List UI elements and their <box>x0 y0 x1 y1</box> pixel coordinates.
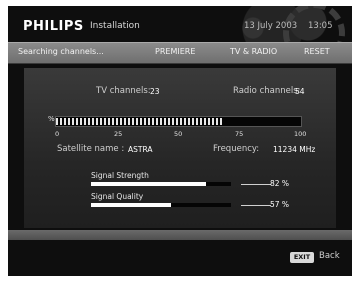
signal-quality-bar <box>91 203 231 207</box>
time-display: 13:05 <box>308 21 333 31</box>
menu-title: Installation <box>90 21 140 31</box>
bottom-bar <box>8 230 352 240</box>
exit-button[interactable]: EXIT <box>290 252 314 263</box>
signal-quality-fill <box>91 203 171 207</box>
percent-sign: % <box>48 115 55 123</box>
scale-tick-100: 100 <box>294 130 307 138</box>
scan-progress-bar <box>55 116 302 127</box>
tab-tv-radio[interactable]: TV & RADIO <box>230 47 277 56</box>
frequency-label: Frequency: <box>213 144 260 154</box>
radio-channels-count: 54 <box>295 87 305 96</box>
radio-channels-label: Radio channels: <box>233 86 301 96</box>
back-label: Back <box>319 251 340 261</box>
signal-quality-leader <box>241 205 271 206</box>
signal-strength-value: 82 % <box>270 179 290 188</box>
menu-bar: Searching channels... PREMIERE TV & RADI… <box>8 42 352 64</box>
tv-screen: PHILIPS Installation 13 July 2003 13:05 … <box>8 6 352 276</box>
tab-premiere[interactable]: PREMIERE <box>155 47 195 56</box>
signal-strength-leader <box>241 184 271 185</box>
scale-tick-75: 75 <box>235 130 244 138</box>
tv-channels-count: 23 <box>150 87 160 96</box>
scale-tick-0: 0 <box>55 130 60 138</box>
philips-logo: PHILIPS <box>23 19 84 34</box>
scale-tick-50: 50 <box>174 130 183 138</box>
signal-strength-fill <box>91 182 206 186</box>
tab-reset[interactable]: RESET <box>304 47 330 56</box>
signal-strength-label: Signal Strength <box>91 171 149 180</box>
scale-tick-25: 25 <box>114 130 123 138</box>
status-searching: Searching channels... <box>18 47 104 56</box>
signal-quality-value: 57 % <box>270 200 290 209</box>
satellite-name-label: Satellite name : <box>57 144 125 154</box>
scan-progress-fill <box>56 118 223 125</box>
satellite-name-value: ASTRA <box>128 145 153 154</box>
frequency-value: 11234 MHz <box>273 145 316 154</box>
date-display: 13 July 2003 <box>244 21 298 31</box>
signal-strength-bar <box>91 182 231 186</box>
tv-channels-label: TV channels: <box>96 86 151 96</box>
signal-quality-label: Signal Quality <box>91 192 144 201</box>
